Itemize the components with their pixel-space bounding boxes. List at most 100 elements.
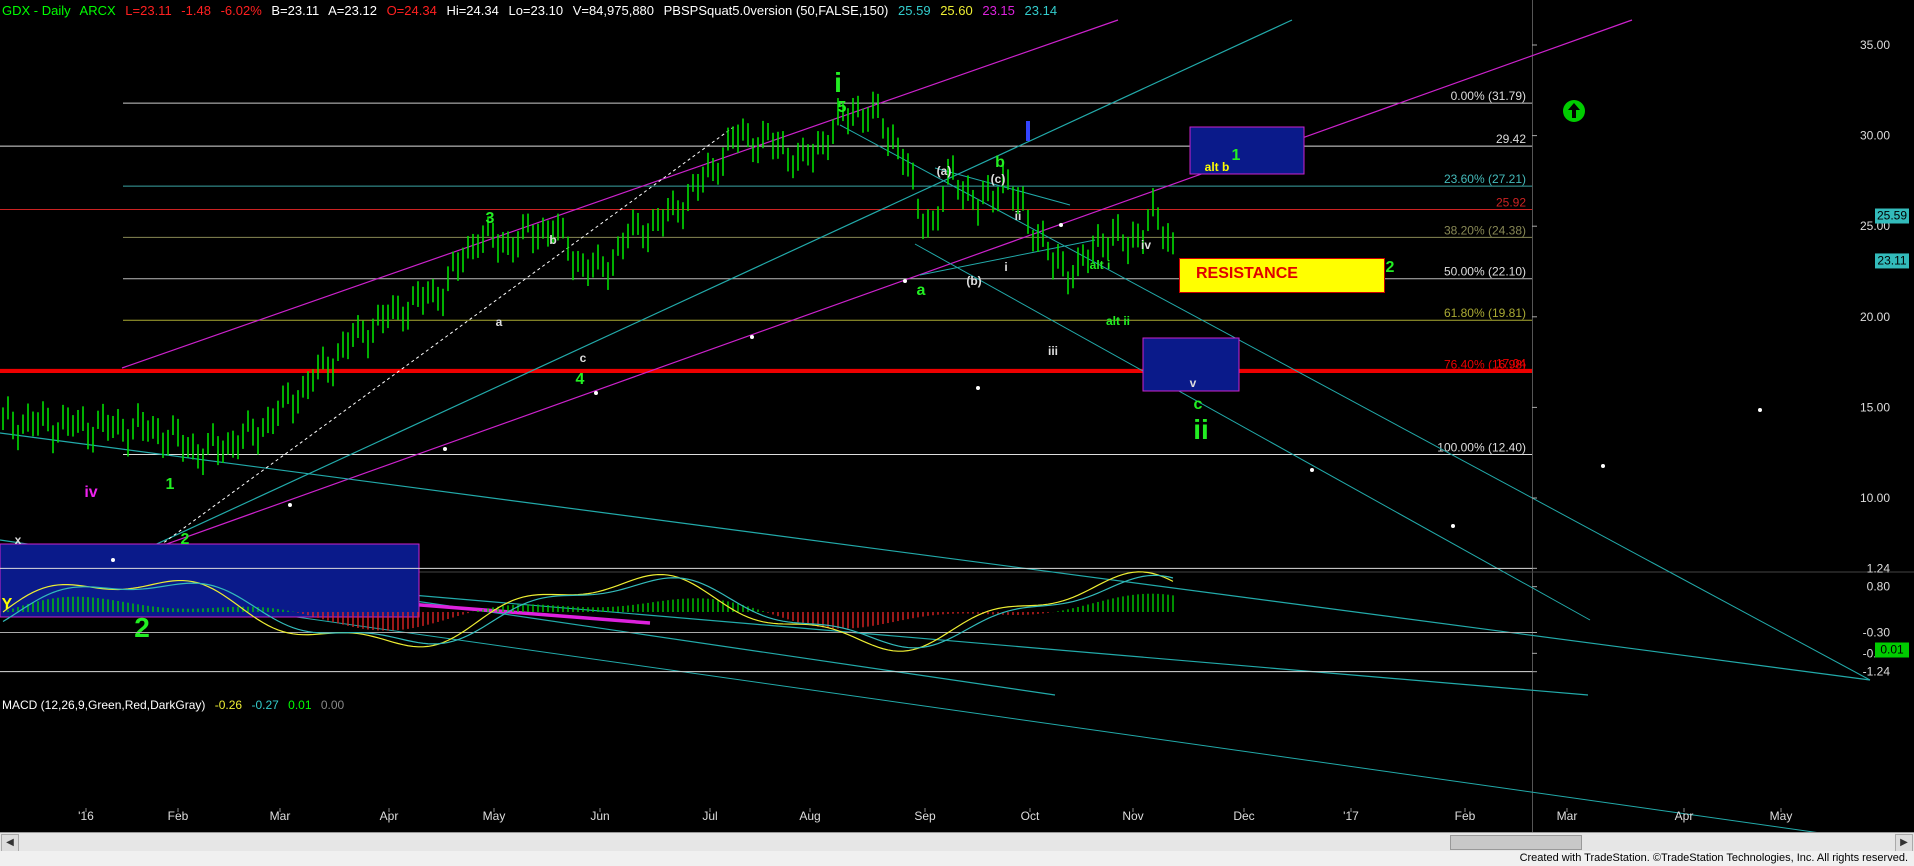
pivot-dot xyxy=(903,279,907,283)
macd-name: MACD (12,26,9,Green,Red,DarkGray) xyxy=(2,698,206,712)
macd-v4: 0.00 xyxy=(320,698,345,712)
fib-label: 23.60% (27.21) xyxy=(1444,172,1526,186)
fib-label: 38.20% (24.38) xyxy=(1444,223,1526,237)
wave-label: 2 xyxy=(1386,259,1395,276)
macd-y-tick-label: 1.24 xyxy=(1867,561,1891,575)
fib-label: 61.80% (19.81) xyxy=(1444,306,1526,320)
wave-label: 2 xyxy=(181,531,190,548)
marker-bar xyxy=(1026,121,1030,141)
x-tick-label: May xyxy=(1770,809,1793,823)
header-indicator: PBSPSquat5.0version (50,FALSE,150) xyxy=(663,3,889,18)
header-ind-v2: 25.60 xyxy=(940,3,973,18)
chart-header: GDX - Daily ARCX L=23.11 -1.48 -6.02% B=… xyxy=(2,3,1063,18)
x-tick-label: Apr xyxy=(380,809,399,823)
wave-label: b xyxy=(995,154,1005,171)
pivot-dot xyxy=(111,558,115,562)
macd-y-tick-label: -0.30 xyxy=(1863,626,1891,640)
price-tag-label: 25.59 xyxy=(1877,209,1907,223)
header-ind-v4: 23.14 xyxy=(1024,3,1058,18)
scroll-thumb[interactable] xyxy=(1450,835,1582,850)
wave-label: 4 xyxy=(576,371,585,388)
header-symbol: GDX - Daily xyxy=(2,3,71,18)
macd-price-tag-label: 0.01 xyxy=(1880,643,1904,657)
pivot-dot xyxy=(976,386,980,390)
background xyxy=(0,0,1914,866)
resistance-label: RESISTANCE xyxy=(1196,265,1298,282)
wave-label: (c) xyxy=(991,172,1006,186)
wave-label: 1 xyxy=(166,476,175,493)
fib-label: 100.00% (12.40) xyxy=(1437,441,1526,455)
status-bar: Created with TradeStation. ©TradeStation… xyxy=(0,851,1914,866)
wave-label: c xyxy=(580,351,587,365)
price-tag-label: 23.11 xyxy=(1877,253,1906,267)
wave-label: iv xyxy=(84,484,97,501)
wave-label: c xyxy=(1194,396,1203,413)
wave-label: Y xyxy=(2,596,13,613)
x-tick-label: Sep xyxy=(914,809,936,823)
x-tick-label: '17 xyxy=(1343,809,1359,823)
resistance-box: RESISTANCE xyxy=(1179,258,1385,293)
x-tick-label: Jun xyxy=(590,809,609,823)
copyright-footer: Created with TradeStation. ©TradeStation… xyxy=(1519,852,1908,864)
fib-label: 29.42 xyxy=(1496,132,1526,146)
y-tick-label: 35.00 xyxy=(1860,38,1890,52)
wave-label: b xyxy=(549,233,556,247)
wave-label: alt b xyxy=(1205,160,1230,174)
header-exchange: ARCX xyxy=(79,3,116,18)
price-axis-line xyxy=(1532,0,1533,832)
header-low: Lo=23.10 xyxy=(508,3,564,18)
macd-v1: -0.26 xyxy=(214,698,243,712)
wave-label: x xyxy=(15,533,22,547)
wave-label: 5 xyxy=(838,99,847,116)
header-bid: B=23.11 xyxy=(271,3,320,18)
x-tick-label: Feb xyxy=(168,809,189,823)
x-tick-label: Mar xyxy=(270,809,291,823)
wave-label: ii xyxy=(1193,414,1209,445)
pivot-dot xyxy=(1059,223,1063,227)
macd-y-tick-label: 0.80 xyxy=(1867,580,1891,594)
wave-label: (a) xyxy=(937,164,952,178)
header-high: Hi=24.34 xyxy=(446,3,499,18)
fib-label: 50.00% (22.10) xyxy=(1444,265,1526,279)
fib-label: 25.92 xyxy=(1496,196,1526,210)
wave-label: alt ii xyxy=(1106,314,1130,328)
wave-label: alt i xyxy=(1090,258,1111,272)
pivot-dot xyxy=(594,391,598,395)
fib-label: 76.40% (16.98) xyxy=(1444,358,1526,372)
header-ind-v3: 23.15 xyxy=(982,3,1015,18)
wave-label: (b) xyxy=(966,274,981,288)
y-tick-label: 10.00 xyxy=(1860,491,1890,505)
x-tick-label: Nov xyxy=(1122,809,1143,823)
x-tick-label: Jul xyxy=(702,809,717,823)
y-tick-label: 30.00 xyxy=(1860,129,1890,143)
scroll-left-button[interactable]: ◀ xyxy=(1,834,19,852)
pivot-dot xyxy=(1758,408,1762,412)
pivot-dot xyxy=(288,503,292,507)
wave-label: iv xyxy=(1141,238,1151,252)
pivot-dot xyxy=(1310,468,1314,472)
macd-header: MACD (12,26,9,Green,Red,DarkGray) -0.26 … xyxy=(2,698,350,712)
x-tick-label: Dec xyxy=(1233,809,1254,823)
header-volume: V=84,975,880 xyxy=(572,3,655,18)
wave-label: 2 xyxy=(134,612,150,643)
wave-label: i xyxy=(1004,260,1007,274)
header-ind-v1: 25.59 xyxy=(898,3,931,18)
fib-label: 0.00% (31.79) xyxy=(1451,89,1526,103)
pivot-dot xyxy=(443,447,447,451)
scroll-right-button[interactable]: ▶ xyxy=(1895,834,1913,852)
macd-y-tick-label: -1.24 xyxy=(1863,665,1891,679)
header-change-pct: -6.02% xyxy=(220,3,262,18)
x-tick-label: Mar xyxy=(1557,809,1578,823)
wave-label: ii xyxy=(1015,209,1022,223)
x-tick-label: May xyxy=(483,809,506,823)
pivot-dot xyxy=(1601,464,1605,468)
wave-label: a xyxy=(917,282,926,299)
header-ask: A=23.12 xyxy=(328,3,377,18)
horizontal-scrollbar[interactable]: ◀ ▶ xyxy=(0,832,1914,852)
x-tick-label: '16 xyxy=(78,809,94,823)
chart-canvas: 0.00% (31.79) 29.42 23.60% (27.21) 25.92 38.… xyxy=(0,0,1914,866)
x-tick-label: Oct xyxy=(1021,809,1040,823)
wave-label: i xyxy=(834,67,842,98)
macd-v3: 0.01 xyxy=(288,698,312,712)
pivot-dot xyxy=(1451,524,1455,528)
